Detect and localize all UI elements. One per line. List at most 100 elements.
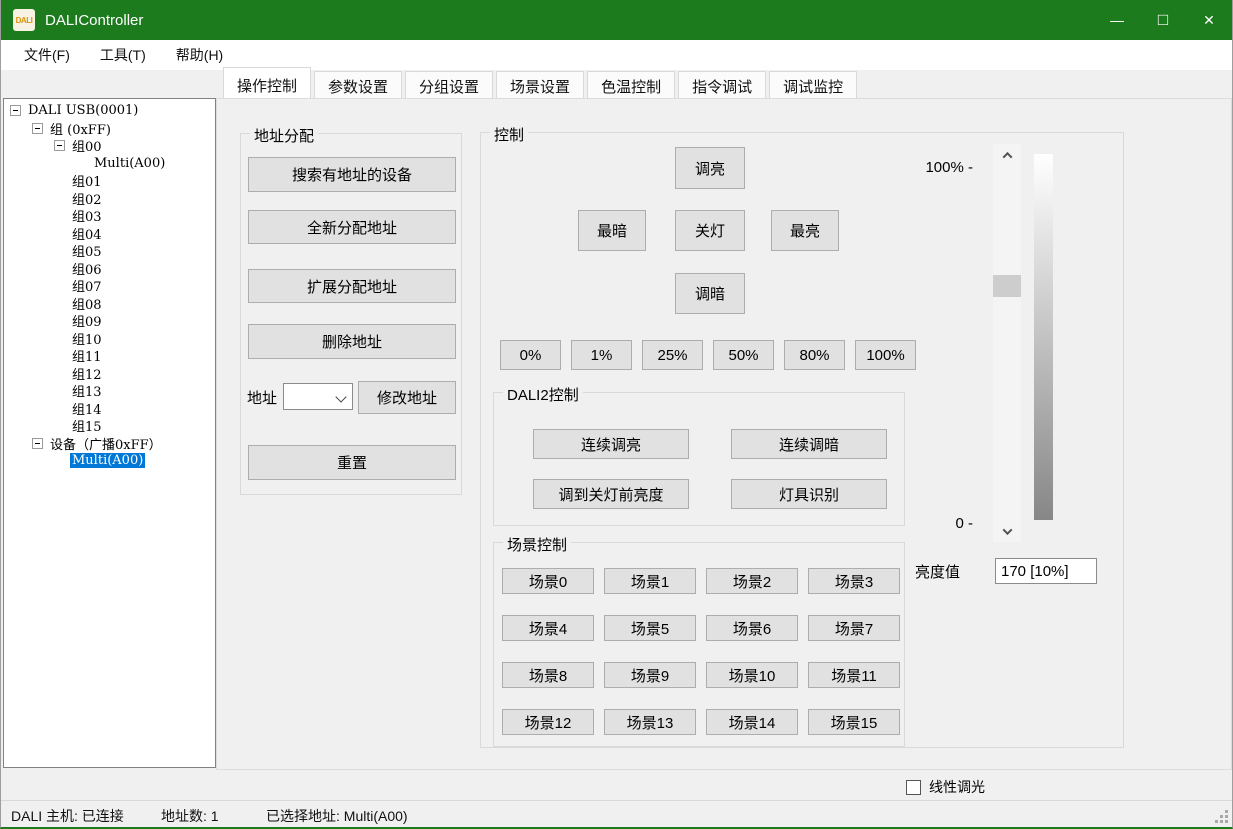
tree-item[interactable]: 组01: [48, 172, 215, 190]
tab[interactable]: 指令调试: [678, 71, 766, 98]
dali2-button[interactable]: 连续调暗: [731, 429, 887, 459]
tree-item-label[interactable]: 组13: [70, 381, 104, 400]
scrollbar-thumb[interactable]: [993, 275, 1021, 297]
tree-item-label[interactable]: 组06: [70, 259, 104, 278]
tree-item-label[interactable]: 组09: [70, 311, 104, 330]
extend-assign-address-button[interactable]: 扩展分配地址: [248, 269, 456, 303]
scene-button[interactable]: 场景7: [808, 615, 900, 641]
scene-button[interactable]: 场景14: [706, 709, 798, 735]
tree-item[interactable]: 组08: [48, 295, 215, 313]
tree-item-label[interactable]: 组12: [70, 364, 104, 383]
tree-item[interactable]: 组15: [48, 417, 215, 435]
tree-item[interactable]: 组 (0xFF): [26, 120, 215, 138]
light-off-button[interactable]: 关灯: [675, 210, 745, 251]
delete-address-button[interactable]: 删除地址: [248, 324, 456, 359]
scene-button[interactable]: 场景8: [502, 662, 594, 688]
tree-item[interactable]: 组07: [48, 277, 215, 295]
scene-button[interactable]: 场景5: [604, 615, 696, 641]
scene-button[interactable]: 场景0: [502, 568, 594, 594]
dali2-button[interactable]: 调到关灯前亮度: [533, 479, 689, 509]
scene-button[interactable]: 场景12: [502, 709, 594, 735]
scene-button[interactable]: 场景10: [706, 662, 798, 688]
percent-button[interactable]: 25%: [642, 340, 703, 370]
tree-item-label[interactable]: 组01: [70, 171, 104, 190]
dali2-button[interactable]: 灯具识别: [731, 479, 887, 509]
menu-item[interactable]: 帮助(H): [161, 45, 238, 65]
tree-expander-icon[interactable]: [32, 438, 43, 449]
brightness-value-field[interactable]: 170 [10%]: [995, 558, 1097, 584]
reset-button[interactable]: 重置: [248, 445, 456, 480]
tree-item-label[interactable]: 组04: [70, 224, 104, 243]
tree-expander-icon[interactable]: [10, 105, 21, 116]
tree-item-label[interactable]: 组14: [70, 399, 104, 418]
modify-address-button[interactable]: 修改地址: [358, 381, 456, 414]
tree-item[interactable]: 组03: [48, 207, 215, 225]
scene-button[interactable]: 场景6: [706, 615, 798, 641]
tab[interactable]: 分组设置: [405, 71, 493, 98]
tab[interactable]: 场景设置: [496, 71, 584, 98]
tree-item-label[interactable]: 设备（广播0xFF）: [48, 434, 164, 453]
scene-button[interactable]: 场景9: [604, 662, 696, 688]
tree-item[interactable]: 组11: [48, 347, 215, 365]
brightest-button[interactable]: 最亮: [771, 210, 839, 251]
tree-item-label[interactable]: 组15: [70, 416, 104, 435]
maximize-button[interactable]: □: [1140, 0, 1186, 40]
tree-item-label[interactable]: DALI USB(0001): [26, 103, 140, 118]
dim-button[interactable]: 调暗: [675, 273, 745, 314]
scroll-up-button[interactable]: [993, 146, 1021, 164]
scroll-down-button[interactable]: [993, 522, 1021, 540]
tree-item-label[interactable]: 组05: [70, 241, 104, 260]
percent-button[interactable]: 1%: [571, 340, 632, 370]
brighten-button[interactable]: 调亮: [675, 147, 745, 189]
tree-item-label[interactable]: Multi(A00): [70, 453, 145, 468]
scene-button[interactable]: 场景15: [808, 709, 900, 735]
close-button[interactable]: ✕: [1186, 0, 1232, 40]
tree-item[interactable]: Multi(A00): [70, 155, 215, 173]
percent-button[interactable]: 80%: [784, 340, 845, 370]
tree-expander-icon[interactable]: [32, 123, 43, 134]
scene-button[interactable]: 场景11: [808, 662, 900, 688]
resize-grip[interactable]: [1214, 809, 1228, 823]
search-addressed-devices-button[interactable]: 搜索有地址的设备: [248, 157, 456, 192]
percent-button[interactable]: 50%: [713, 340, 774, 370]
dali2-button[interactable]: 连续调亮: [533, 429, 689, 459]
tree-item-label[interactable]: 组00: [70, 136, 104, 155]
tree-item-label[interactable]: 组03: [70, 206, 104, 225]
tree-item-label[interactable]: 组08: [70, 294, 104, 313]
address-combobox[interactable]: [283, 383, 353, 410]
scene-button[interactable]: 场景13: [604, 709, 696, 735]
linear-dimming-checkbox[interactable]: [906, 780, 921, 795]
tree-item[interactable]: DALI USB(0001): [4, 102, 215, 120]
tree-item[interactable]: 组02: [48, 190, 215, 208]
tree-expander-icon[interactable]: [54, 140, 65, 151]
tree-item-label[interactable]: Multi(A00): [92, 156, 167, 171]
tab[interactable]: 参数设置: [314, 71, 402, 98]
tab[interactable]: 调试监控: [769, 71, 857, 98]
assign-new-address-button[interactable]: 全新分配地址: [248, 210, 456, 244]
tab[interactable]: 色温控制: [587, 71, 675, 98]
menu-item[interactable]: 工具(T): [85, 45, 161, 65]
tree-item-label[interactable]: 组02: [70, 189, 104, 208]
tree-item-label[interactable]: 组07: [70, 276, 104, 295]
device-tree[interactable]: DALI USB(0001) 组 (0xFF) 组00 Multi(A00) 组…: [3, 98, 216, 768]
tree-item[interactable]: 组09: [48, 312, 215, 330]
scene-button[interactable]: 场景4: [502, 615, 594, 641]
tree-item[interactable]: 组06: [48, 260, 215, 278]
menu-item[interactable]: 文件(F): [9, 45, 85, 65]
scene-button[interactable]: 场景2: [706, 568, 798, 594]
percent-button[interactable]: 100%: [855, 340, 916, 370]
tree-item-label[interactable]: 组11: [70, 346, 104, 365]
brightness-scrollbar[interactable]: [993, 144, 1021, 542]
tree-item[interactable]: 组00: [48, 137, 215, 155]
tree-item-label[interactable]: 组10: [70, 329, 104, 348]
tree-item[interactable]: 组12: [48, 365, 215, 383]
scene-button[interactable]: 场景3: [808, 568, 900, 594]
dimmest-button[interactable]: 最暗: [578, 210, 646, 251]
tree-item[interactable]: 组10: [48, 330, 215, 348]
tree-item[interactable]: 设备（广播0xFF）: [26, 435, 215, 453]
percent-button[interactable]: 0%: [500, 340, 561, 370]
tab[interactable]: 操作控制: [223, 67, 311, 98]
scene-button[interactable]: 场景1: [604, 568, 696, 594]
tree-item[interactable]: Multi(A00): [48, 452, 215, 470]
tree-item[interactable]: 组04: [48, 225, 215, 243]
